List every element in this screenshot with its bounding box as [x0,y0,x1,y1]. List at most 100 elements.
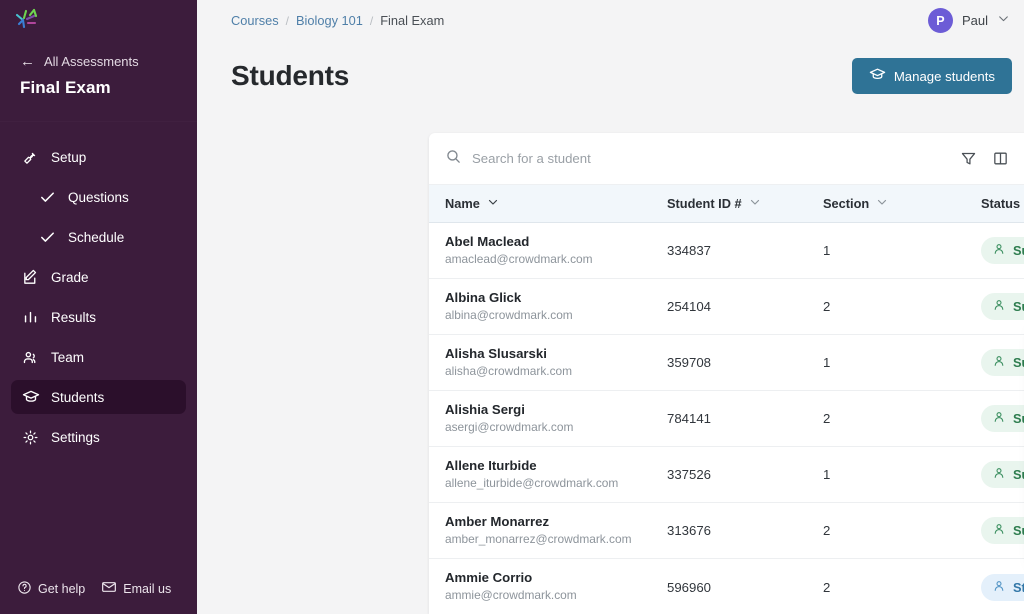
main-content: Courses / Biology 101 / Final Exam P Pau… [197,0,1024,614]
student-name-cell: Alisha Slusarski alisha@crowdmark.com [429,345,667,380]
student-name-cell: Amber Monarrez amber_monarrez@crowdmark.… [429,513,667,548]
status-badge: Submitted [981,405,1024,432]
table-row[interactable]: Ammie Corrio ammie@crowdmark.com 596960 … [429,559,1024,614]
app-root: ← All Assessments Final Exam Setup Quest… [0,0,1024,614]
chevron-down-icon [997,12,1010,30]
sidebar-item-label: Students [51,390,104,405]
sidebar-item-students[interactable]: Students [11,380,186,414]
sidebar-footer: Get help Email us [0,579,197,614]
status-cell: Submitted [981,405,1024,432]
student-id-cell: 359708 [667,355,823,370]
sidebar-item-label: Grade [51,270,89,285]
edit-square-icon [21,268,40,287]
sidebar-item-team[interactable]: Team [11,340,186,374]
get-help-link[interactable]: Get help [17,580,85,598]
user-name: Paul [962,13,988,28]
student-id-cell: 337526 [667,467,823,482]
student-name: Alishia Sergi [445,401,667,419]
columns-icon[interactable] [987,146,1013,172]
person-icon [992,466,1006,483]
sidebar-item-schedule[interactable]: Schedule [11,220,186,254]
student-email: allene_iturbide@crowdmark.com [445,475,667,492]
breadcrumb: Courses / Biology 101 / Final Exam [231,13,444,28]
bar-chart-icon [21,308,40,327]
avatar: P [928,8,953,33]
table-row[interactable]: Alisha Slusarski alisha@crowdmark.com 35… [429,335,1024,391]
search-input[interactable] [472,151,812,166]
sidebar-item-grade[interactable]: Grade [11,260,186,294]
breadcrumb-separator: / [370,14,373,28]
page-title: Students [231,60,349,92]
sidebar-item-label: Results [51,310,96,325]
sidebar-item-results[interactable]: Results [11,300,186,334]
back-label: All Assessments [44,54,139,69]
chevron-down-icon [487,196,499,211]
status-badge: Submitted [981,237,1024,264]
student-name-cell: Alishia Sergi asergi@crowdmark.com [429,401,667,436]
gear-icon [21,428,40,447]
check-icon [38,228,57,247]
student-name-cell: Ammie Corrio ammie@crowdmark.com [429,569,667,604]
column-header-label: Status [981,196,1020,211]
envelope-icon [101,579,117,598]
student-email: albina@crowdmark.com [445,307,667,324]
status-cell: Submitted [981,293,1024,320]
student-email: asergi@crowdmark.com [445,419,667,436]
breadcrumb-courses[interactable]: Courses [231,13,279,28]
column-header-label: Student ID # [667,196,742,211]
column-header-name[interactable]: Name [429,196,667,211]
sidebar-item-settings[interactable]: Settings [11,420,186,454]
table-row[interactable]: Alishia Sergi asergi@crowdmark.com 78414… [429,391,1024,447]
table-row[interactable]: Albina Glick albina@crowdmark.com 254104… [429,279,1024,335]
search-box[interactable] [445,148,949,170]
chevron-down-icon [749,196,761,211]
app-logo[interactable] [0,0,197,40]
status-badge: Submitted [981,293,1024,320]
breadcrumb-biology-101[interactable]: Biology 101 [296,13,363,28]
table-row[interactable]: Allene Iturbide allene_iturbide@crowdmar… [429,447,1024,503]
student-id-cell: 784141 [667,411,823,426]
sidebar-item-questions[interactable]: Questions [11,180,186,214]
table-toolbar: 1-25 of 102 stude... [429,133,1024,185]
status-label: Submitted [1013,411,1024,426]
status-label: Submitted [1013,299,1024,314]
search-icon [445,148,462,170]
person-icon [992,354,1006,371]
email-us-link[interactable]: Email us [101,579,171,598]
sidebar-item-label: Settings [51,430,100,445]
person-icon [992,298,1006,315]
breadcrumb-separator: / [286,14,289,28]
status-label: Submitted [1013,355,1024,370]
status-cell: Submitted [981,517,1024,544]
back-to-all-assessments[interactable]: ← All Assessments [0,40,197,69]
student-name: Alisha Slusarski [445,345,667,363]
crowdmark-sparkle-logo [14,7,44,33]
column-header-label: Name [445,196,480,211]
status-label: Submitted [1013,523,1024,538]
graduation-cap-icon [869,66,886,86]
column-header-label: Section [823,196,869,211]
column-header-section[interactable]: Section [823,196,981,211]
breadcrumb-final-exam: Final Exam [380,13,444,28]
student-id-cell: 313676 [667,523,823,538]
user-menu[interactable]: P Paul [928,8,1010,33]
student-id-cell: 254104 [667,299,823,314]
status-cell: Submitted [981,237,1024,264]
sidebar-item-label: Questions [68,190,129,205]
filter-icon[interactable] [955,146,981,172]
sidebar-nav: Setup Questions Schedule [0,122,197,460]
section-cell: 1 [823,467,981,482]
student-email: alisha@crowdmark.com [445,363,667,380]
column-header-status[interactable]: Status [981,196,1024,211]
table-row[interactable]: Amber Monarrez amber_monarrez@crowdmark.… [429,503,1024,559]
arrow-left-icon: ← [20,54,35,69]
status-badge: Submitted [981,349,1024,376]
check-icon [38,188,57,207]
person-icon [992,410,1006,427]
column-header-student-id[interactable]: Student ID # [667,196,823,211]
status-label: Started [1013,580,1024,595]
chevron-down-icon [876,196,888,211]
manage-students-button[interactable]: Manage students [852,58,1012,94]
sidebar-item-setup[interactable]: Setup [11,140,186,174]
table-row[interactable]: Abel Maclead amaclead@crowdmark.com 3348… [429,223,1024,279]
